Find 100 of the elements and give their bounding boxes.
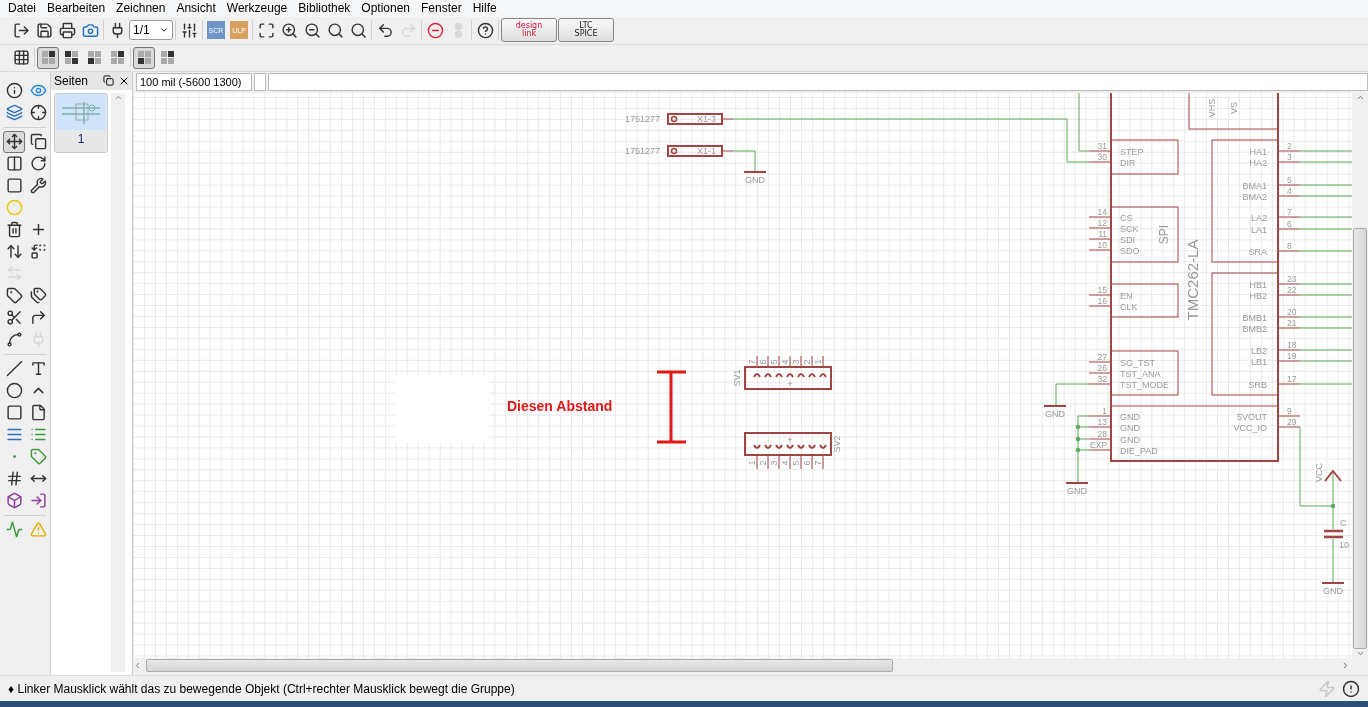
pin-name: 5VOUT [1237,411,1267,422]
pin-number: EXP [1090,439,1107,450]
layout-icon[interactable] [133,46,155,69]
pin-number: 27 [1097,351,1107,362]
logo-button[interactable]: design link [501,18,557,43]
pin-number: 16 [1097,295,1107,306]
group-label: SPI [1157,224,1171,245]
lightning-icon [1318,679,1336,698]
ground-symbol [1043,404,1067,407]
pin-line [1277,228,1301,230]
menu-item[interactable]: Werkzeuge [222,0,295,17]
part-value: 1751277 [624,113,660,124]
wire [1299,161,1352,163]
terminal-symbol [667,112,723,125]
pin-line [1277,161,1301,163]
pin-number: 3 [791,359,801,365]
alert-icon [1342,679,1360,698]
pin-number: 2 [1287,140,1292,151]
pin-number: 4 [1287,185,1292,196]
menu-item[interactable]: Datei [4,0,43,17]
logo-button[interactable]: LTC SPICE [558,18,614,43]
layout-icon[interactable] [37,46,59,69]
menu-item[interactable]: Zeichnen [112,0,173,17]
pin-line [767,355,769,368]
pin-line [1088,294,1112,296]
pin-number: 30 [1097,151,1107,162]
pin-line [1277,360,1301,362]
wire [1299,184,1352,186]
ground-symbol [743,170,767,173]
pin-number: 10 [1097,239,1107,250]
menu-item[interactable]: Hilfe [468,0,504,17]
wire [1299,349,1352,351]
page-thumbnail[interactable]: 1 [54,92,108,153]
ground-label: GND [1323,585,1343,596]
pin-number: 26 [1097,362,1107,373]
command-field[interactable] [268,73,1368,92]
scrollbar[interactable] [111,92,125,673]
pin-line [800,454,802,470]
sheet-select[interactable]: 1/1 [129,20,173,41]
wire [1299,283,1352,285]
pin-group-box [1110,283,1179,318]
pin-line [721,150,734,152]
coordinate-field[interactable]: 100 mil (-5600 1300) [136,73,252,92]
pin-name: SCK [1120,223,1139,234]
pin-line [1088,449,1112,451]
pin-line [1277,294,1301,296]
terminal-pad [670,147,678,155]
pin-name: SDI [1120,234,1135,245]
pin-line [778,454,780,470]
pin-number: 1 [747,460,757,466]
pin-line [1088,238,1112,240]
menu-item[interactable]: Bibliothek [294,0,358,17]
input-field[interactable] [254,73,266,92]
pin-name: STEP [1120,146,1144,157]
pin-line [1277,327,1301,329]
pin-number: 8 [1287,240,1292,251]
scroll-left-icon[interactable] [133,660,142,670]
pin-number: 6 [1287,218,1292,229]
pin-line [756,355,758,368]
pin-name: BMA2 [1242,191,1267,202]
pin-name: SDO [1120,245,1140,256]
pin-line [1088,383,1112,385]
pin-name: SRA [1248,246,1267,257]
pin-name: HA2 [1249,157,1267,168]
wire [1299,216,1352,218]
menu-item[interactable]: Bearbeiten [43,0,113,17]
pin-number: 19 [1287,350,1297,361]
pin-line [778,355,780,368]
pin-name: EN [1120,290,1133,301]
restore-icon[interactable] [103,75,114,87]
pin-number: 21 [1287,317,1297,328]
junction-dot [1330,503,1336,509]
pin-number: 7 [1287,206,1292,217]
pin-name: DIR [1120,157,1136,168]
pin-line [1277,383,1301,385]
pin-name: HB1 [1249,279,1267,290]
pin-name: DIE_PAD [1120,445,1158,456]
wire [1299,316,1352,318]
ground-symbol [1065,481,1089,484]
pin-number: 4 [780,359,790,365]
pin-name: SRB [1248,379,1267,390]
menu-item[interactable]: Ansicht [172,0,223,17]
part-value: 10 [1339,539,1349,550]
move-icon[interactable] [3,130,25,153]
pin-group-box [1110,206,1179,263]
menu-item[interactable]: Optionen [357,0,417,17]
pin-line [1088,415,1112,417]
pin-line [721,118,734,120]
pin-number: 29 [1287,416,1297,427]
header-name: SV1 [732,369,742,387]
wire [1299,150,1352,152]
scroll-right-icon[interactable] [1341,660,1350,670]
wire [1299,360,1352,362]
pin-number: 7 [747,359,757,365]
pin-name: CLK [1120,301,1138,312]
pin-line [756,454,758,470]
pin-line [1088,161,1112,163]
pin-name: GND [1120,434,1140,445]
wire [1299,294,1352,296]
menu-item[interactable]: Fenster [417,0,469,17]
